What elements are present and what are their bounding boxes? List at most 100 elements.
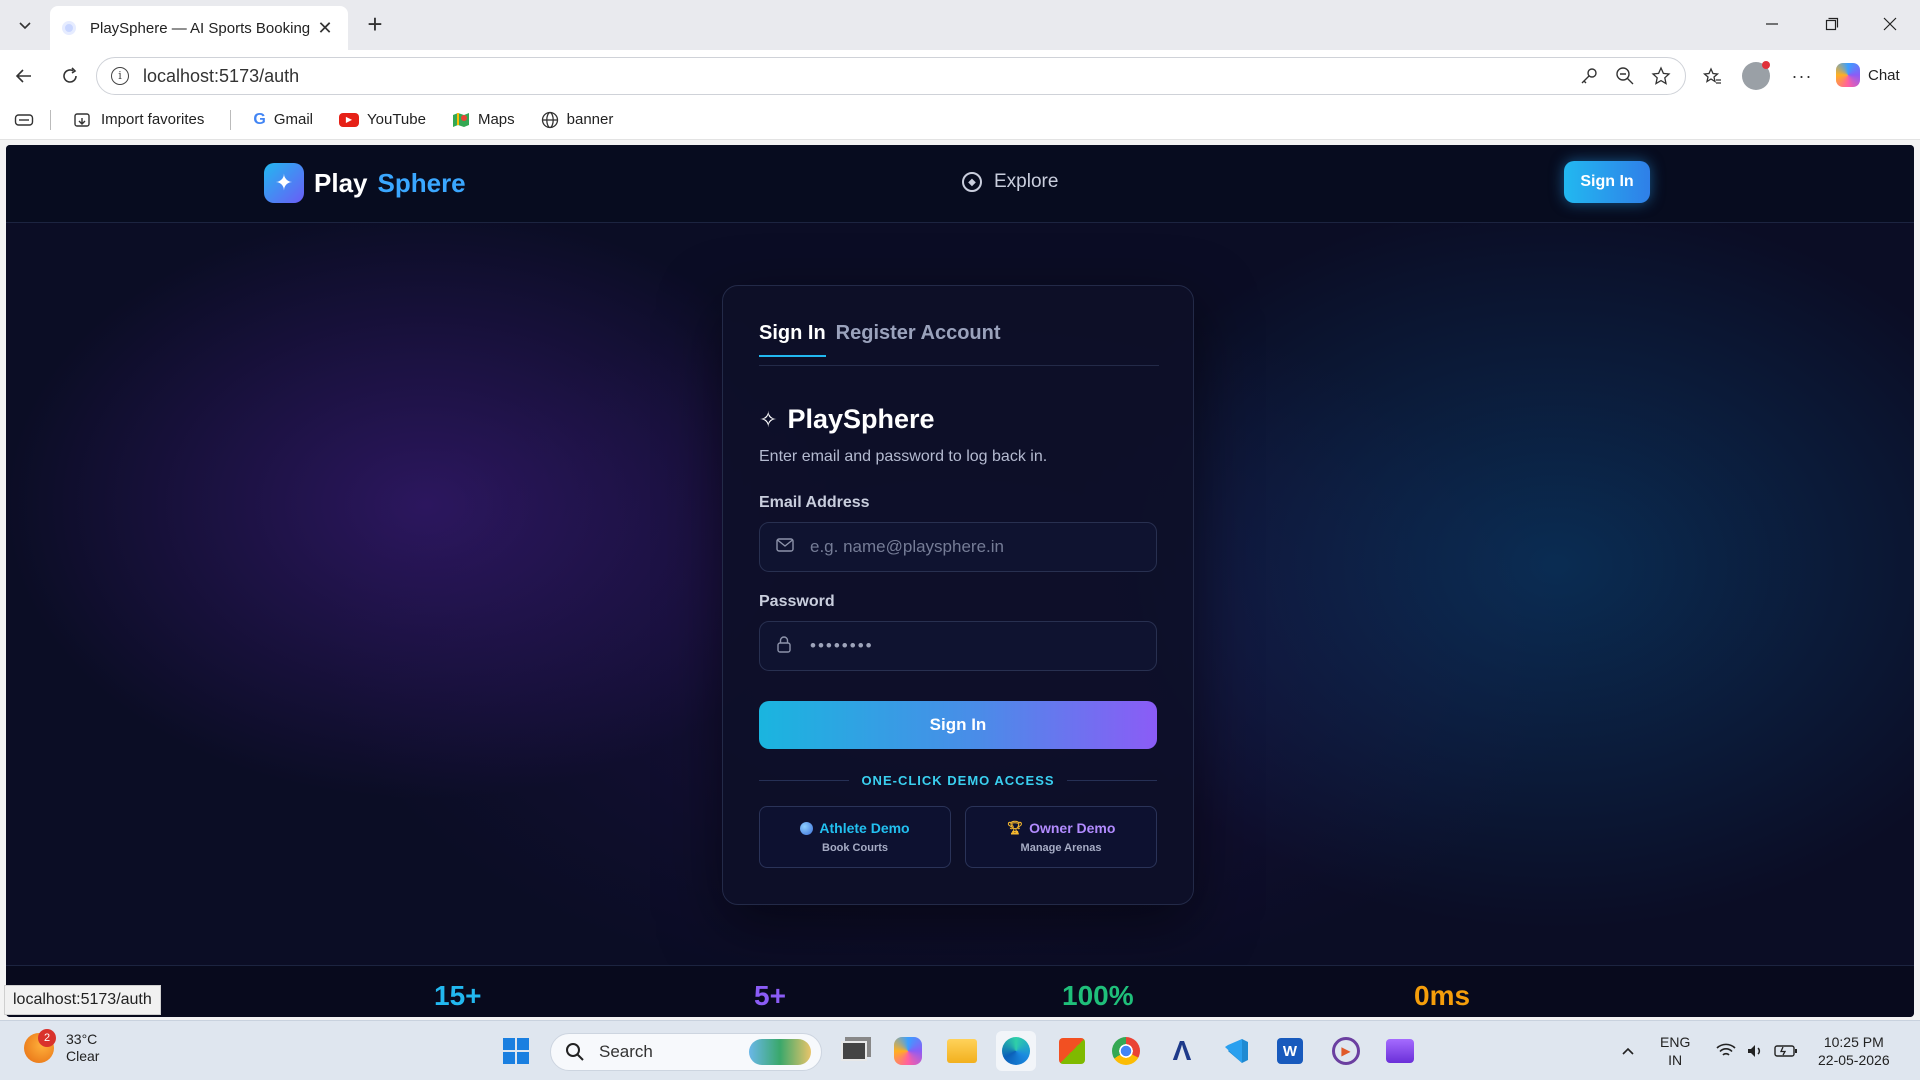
browser-tab-bar: PlaySphere — AI Sports Booking ✕ +: [0, 0, 1920, 50]
favorites-separator: [230, 109, 232, 130]
nav-explore-link[interactable]: ◆ Explore: [962, 171, 1058, 193]
quick-settings-button[interactable]: [1712, 1031, 1802, 1071]
close-icon: [1883, 17, 1897, 31]
language-line-1: ENG: [1660, 1034, 1691, 1050]
reading-view-button[interactable]: [14, 112, 34, 128]
key-icon[interactable]: [1579, 66, 1599, 86]
vscode-icon: [1225, 1039, 1248, 1063]
volume-icon: [1748, 1045, 1761, 1057]
url-actions: [1579, 66, 1671, 86]
start-button[interactable]: [496, 1031, 536, 1071]
star-icon[interactable]: [1651, 66, 1671, 86]
more-menu-button[interactable]: ···: [1786, 60, 1818, 92]
weather-temp: 33°C: [66, 1031, 98, 1047]
new-tab-button[interactable]: +: [360, 10, 390, 40]
google-icon: G: [253, 110, 266, 128]
favorite-maps[interactable]: Maps: [452, 111, 515, 129]
card-subtitle: Enter email and password to log back in.: [759, 448, 1048, 465]
athlete-demo-title: Athlete Demo: [819, 820, 910, 836]
app-a-icon: Λ: [1172, 1035, 1192, 1066]
back-button[interactable]: [8, 60, 40, 92]
stat-value: 5+: [754, 980, 786, 1011]
minimize-button[interactable]: [1750, 8, 1794, 40]
favorite-label: YouTube: [367, 111, 426, 128]
clock-date: 22-05-2026: [1818, 1052, 1890, 1068]
restore-icon: [1825, 17, 1839, 31]
url-text[interactable]: localhost:5173/auth: [143, 66, 299, 87]
chrome-button[interactable]: [1106, 1031, 1146, 1071]
favorites-button[interactable]: [1696, 60, 1728, 92]
favorite-label: Gmail: [273, 111, 313, 128]
demo-heading: ONE-CLICK DEMO ACCESS: [861, 772, 1055, 788]
nav-signin-button[interactable]: Sign In: [1564, 161, 1650, 203]
favorites-bar: Import favorites G Gmail ▶ YouTube Maps …: [0, 100, 1920, 140]
address-bar-row: i localhost:5173/auth ··· Chat: [0, 50, 1920, 100]
weather-widget[interactable]: 2 33°C Clear: [24, 1029, 99, 1065]
tab-sign-in[interactable]: Sign In: [759, 322, 826, 366]
tab-list-button[interactable]: [8, 8, 42, 42]
tab-register[interactable]: Register Account: [836, 322, 1001, 366]
tray-overflow-button[interactable]: [1608, 1031, 1648, 1071]
divider-line: [1066, 779, 1158, 781]
email-input[interactable]: [810, 537, 1150, 557]
link-status-tooltip: localhost:5173/auth: [4, 985, 161, 1015]
folder-icon: [947, 1039, 977, 1063]
chevron-up-icon: [1622, 1047, 1634, 1055]
owner-demo-button[interactable]: 🏆︎ Owner Demo Manage Arenas: [965, 806, 1157, 868]
password-input[interactable]: ••••••••: [810, 636, 874, 656]
store-icon: [1059, 1038, 1085, 1064]
clock[interactable]: 10:25 PM 22-05-2026: [1818, 1033, 1890, 1069]
favorite-import[interactable]: Import favorites: [73, 111, 204, 129]
clock-time: 10:25 PM: [1823, 1034, 1884, 1050]
copilot-chat-button[interactable]: Chat: [1832, 58, 1912, 92]
tab-favicon-icon: [62, 21, 76, 35]
sign-in-submit-button[interactable]: Sign In: [759, 701, 1157, 749]
tab-close-icon[interactable]: ✕: [314, 18, 336, 39]
edge-button[interactable]: [996, 1031, 1036, 1071]
stat-value: 0ms: [1414, 980, 1471, 1011]
copilot-app-button[interactable]: [888, 1031, 928, 1071]
zoom-out-icon[interactable]: [1615, 66, 1635, 86]
clipchamp-button[interactable]: [1380, 1031, 1420, 1071]
favorite-gmail[interactable]: G Gmail: [253, 111, 313, 129]
taskbar-search[interactable]: Search: [550, 1033, 822, 1071]
weather-condition: Clear: [66, 1048, 100, 1064]
card-brand: ✧ PlaySphere: [759, 404, 935, 435]
mail-icon: [776, 537, 796, 557]
search-highlight-icon: [749, 1039, 811, 1065]
divider-line: [759, 779, 850, 781]
app-brand[interactable]: ✦ Play Sphere: [264, 163, 466, 203]
auth-tabs: Sign In Register Account: [759, 322, 1159, 366]
favorite-banner[interactable]: banner: [541, 111, 613, 129]
language-line-2: IN: [1668, 1052, 1683, 1068]
store-button[interactable]: [1052, 1031, 1092, 1071]
url-bar[interactable]: i localhost:5173/auth: [96, 57, 1686, 95]
password-field-wrapper[interactable]: ••••••••: [759, 621, 1157, 671]
app-a-button[interactable]: Λ: [1162, 1031, 1202, 1071]
favorite-youtube[interactable]: ▶ YouTube: [339, 111, 426, 128]
profile-notification-dot: [1762, 61, 1770, 69]
task-view-button[interactable]: [834, 1031, 874, 1071]
weather-text: 33°C Clear: [66, 1031, 99, 1065]
vscode-button[interactable]: [1216, 1031, 1256, 1071]
browser-tab-active[interactable]: PlaySphere — AI Sports Booking ✕: [50, 6, 348, 50]
athlete-demo-button[interactable]: Athlete Demo Book Courts: [759, 806, 951, 868]
arrow-left-icon: [15, 69, 31, 83]
file-explorer-button[interactable]: [942, 1031, 982, 1071]
battery-icon: [1774, 1045, 1797, 1057]
site-info-icon[interactable]: i: [111, 67, 129, 85]
athlete-demo-subtitle: Book Courts: [822, 842, 888, 854]
globe-icon: [800, 821, 814, 835]
media-player-button[interactable]: ▶: [1326, 1031, 1366, 1071]
close-window-button[interactable]: [1868, 8, 1912, 40]
card-brand-title: PlaySphere: [787, 404, 935, 434]
favorites-separator: [50, 109, 51, 130]
word-button[interactable]: W: [1270, 1031, 1310, 1071]
reading-view-icon: [14, 113, 34, 126]
language-indicator[interactable]: ENG IN: [1660, 1033, 1690, 1069]
restore-button[interactable]: [1810, 8, 1854, 40]
stat-value: 100%: [1062, 980, 1134, 1011]
sparkle-icon: ✧: [759, 406, 778, 432]
reload-button[interactable]: [54, 60, 86, 92]
brand-second: Sphere: [377, 167, 466, 198]
